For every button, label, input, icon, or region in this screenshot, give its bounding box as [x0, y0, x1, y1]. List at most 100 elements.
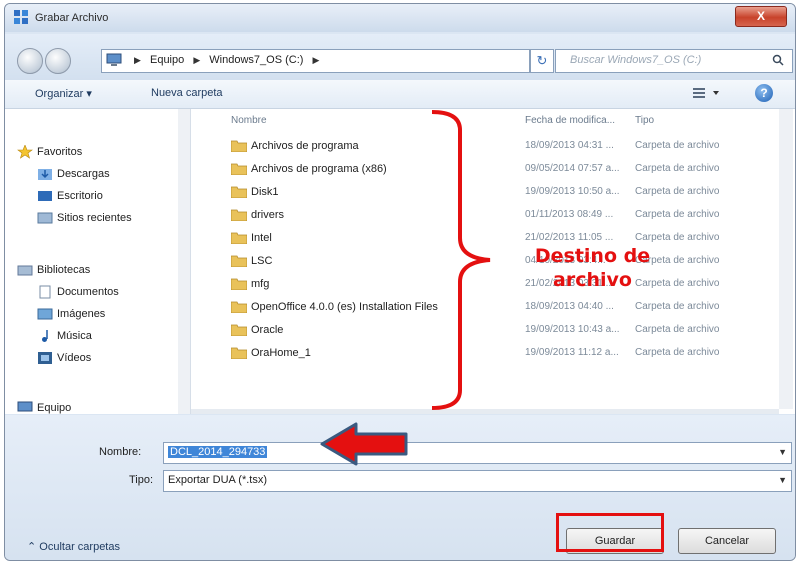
computer-icon [106, 53, 122, 66]
folder-icon [231, 347, 247, 359]
forward-button[interactable] [45, 48, 71, 74]
cancel-button[interactable]: Cancelar [678, 528, 776, 554]
nav-item-videos[interactable]: Vídeos [37, 351, 91, 369]
save-button-highlight [556, 513, 664, 552]
file-name-label: Nombre: [99, 446, 142, 458]
music-note-icon [37, 329, 53, 343]
file-name: OraHome_1 [251, 347, 311, 359]
star-icon [17, 144, 33, 159]
breadcrumb-separator-icon: ▶ [134, 55, 141, 65]
app-icon [14, 10, 28, 24]
destination-annotation: Destino de archivo [520, 244, 665, 292]
pictures-icon [37, 307, 53, 321]
folder-icon [231, 255, 247, 267]
breadcrumb-item-computer[interactable]: Equipo [150, 54, 184, 66]
nav-label: Música [57, 329, 92, 342]
file-date: 19/09/2013 10:50 a... [525, 186, 620, 197]
folder-icon [231, 324, 247, 336]
nav-item-recent-places[interactable]: Sitios recientes [37, 211, 132, 229]
annotation-line: archivo [553, 269, 632, 291]
nav-libraries[interactable]: Bibliotecas [17, 263, 90, 281]
address-row: ▶ Equipo ▶ Windows7_OS (C:) ▶ ▼ ↻ Buscar… [5, 34, 795, 80]
nav-favorites[interactable]: Favoritos [17, 144, 83, 163]
command-bar: Organizar ▾ Nueva carpeta ? [5, 80, 795, 109]
column-header-type[interactable]: Tipo [635, 115, 654, 126]
file-name: OpenOffice 4.0.0 (es) Installation Files [251, 301, 438, 313]
nav-item-desktop[interactable]: Escritorio [37, 189, 103, 207]
recent-places-icon [37, 211, 53, 225]
nav-label: Escritorio [57, 189, 103, 202]
file-name: Intel [251, 232, 272, 244]
refresh-button[interactable]: ↻ [530, 49, 554, 73]
chevron-down-icon[interactable]: ▼ [778, 447, 787, 457]
file-name: Oracle [251, 324, 284, 336]
file-date: 19/09/2013 10:43 a... [525, 324, 620, 335]
file-type: Carpeta de archivo [635, 186, 720, 197]
back-button[interactable] [17, 48, 43, 74]
file-name: Archivos de programa (x86) [251, 163, 387, 175]
address-bar[interactable]: ▶ Equipo ▶ Windows7_OS (C:) ▶ ▼ [101, 49, 619, 73]
nav-scrollbar[interactable] [178, 109, 190, 414]
breadcrumb-item-drive[interactable]: Windows7_OS (C:) [209, 54, 303, 66]
file-name: Archivos de programa [251, 140, 359, 152]
folder-icon [231, 278, 247, 290]
file-name-input[interactable]: DCL_2014_294733 ▼ [163, 442, 792, 464]
column-header-date[interactable]: Fecha de modifica... [525, 115, 615, 126]
arrow-left-icon [320, 422, 408, 466]
nav-item-documents[interactable]: Documentos [37, 285, 119, 303]
nav-label: Documentos [57, 285, 119, 298]
libraries-icon [17, 263, 33, 277]
file-type-label: Tipo: [129, 474, 154, 486]
close-button[interactable]: X [735, 6, 787, 27]
file-type: Carpeta de archivo [635, 232, 720, 243]
window-title: Grabar Archivo [35, 12, 109, 24]
file-type: Carpeta de archivo [635, 140, 720, 151]
navigation-pane: Favoritos Descargas Escritorio Sitios re… [5, 109, 191, 414]
bracket-annotation [431, 110, 491, 410]
breadcrumb: ▶ Equipo ▶ Windows7_OS (C:) ▶ [128, 54, 325, 66]
column-header-name[interactable]: Nombre [231, 115, 267, 126]
search-icon[interactable] [772, 54, 784, 66]
file-name: drivers [251, 209, 285, 221]
organize-menu[interactable]: Organizar ▾ [35, 87, 92, 100]
file-list-scrollbar[interactable] [779, 109, 793, 409]
nav-label: Descargas [57, 167, 110, 180]
view-options-icon[interactable] [693, 87, 723, 99]
file-date: 18/09/2013 04:31 ... [525, 140, 614, 151]
nav-label: Sitios recientes [57, 211, 132, 224]
file-name: mfg [251, 278, 270, 290]
file-type: Carpeta de archivo [635, 324, 720, 335]
nav-item-downloads[interactable]: Descargas [37, 167, 110, 185]
file-date: 19/09/2013 11:12 a... [525, 347, 619, 358]
hide-folders-toggle[interactable]: ⌃ Ocultar carpetas [27, 540, 120, 553]
file-name-value: DCL_2014_294733 [168, 446, 268, 458]
file-type-select[interactable]: Exportar DUA (*.tsx) ▼ [163, 470, 792, 492]
new-folder-button[interactable]: Nueva carpeta [151, 87, 223, 99]
folder-icon [231, 163, 247, 175]
help-icon[interactable]: ? [755, 84, 773, 102]
file-name: LSC [251, 255, 273, 267]
nav-label: Bibliotecas [37, 263, 91, 276]
nav-label: Favoritos [37, 145, 83, 158]
annotation-line: Destino de [534, 245, 651, 267]
file-type: Carpeta de archivo [635, 347, 720, 358]
computer-icon [17, 401, 33, 415]
breadcrumb-separator-icon: ▶ [312, 55, 320, 65]
folder-icon [231, 186, 247, 198]
file-type: Carpeta de archivo [635, 209, 720, 220]
title-bar[interactable]: Grabar Archivo X [5, 4, 795, 32]
file-name: Disk1 [251, 186, 279, 198]
nav-label: Equipo [37, 401, 72, 414]
nav-item-music[interactable]: Música [37, 329, 92, 347]
chevron-down-icon[interactable]: ▼ [778, 475, 787, 485]
file-type-value: Exportar DUA (*.tsx) [168, 474, 268, 486]
nav-label: Vídeos [57, 351, 92, 364]
folder-icon [231, 209, 247, 221]
downloads-icon [37, 167, 53, 181]
nav-item-pictures[interactable]: Imágenes [37, 307, 105, 325]
videos-icon [37, 351, 53, 365]
folder-icon [231, 140, 247, 152]
search-input[interactable]: Buscar Windows7_OS (C:) [555, 49, 793, 73]
file-date: 09/05/2014 07:57 a... [525, 163, 620, 174]
breadcrumb-separator-icon: ▶ [193, 55, 201, 65]
